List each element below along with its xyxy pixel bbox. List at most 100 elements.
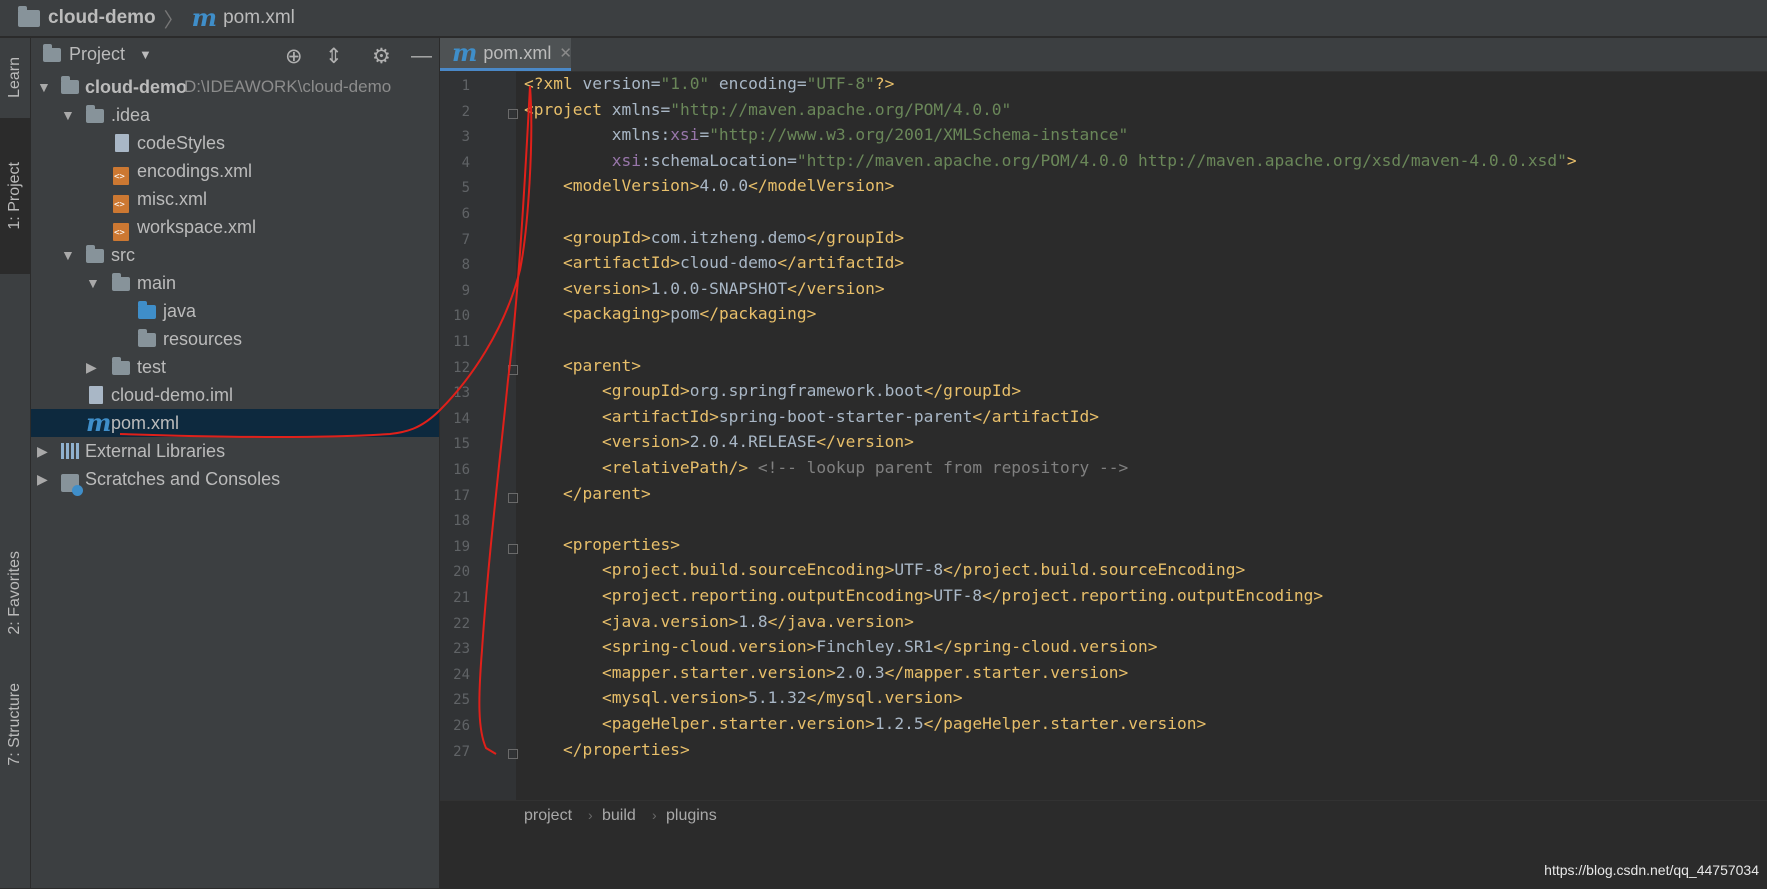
- editor-tab-label: pom.xml: [483, 42, 552, 63]
- xml-crumb[interactable]: build: [602, 807, 636, 825]
- locate-icon[interactable]: ⊕: [285, 44, 303, 69]
- tree-item-java[interactable]: java: [31, 297, 439, 325]
- line-number: 3: [461, 129, 470, 146]
- expand-arrow-icon[interactable]: ▼: [61, 107, 75, 123]
- tree-item-label: src: [111, 244, 135, 265]
- code-line: <java.version>1.8</java.version>: [601, 611, 914, 631]
- code-line: <?xml version="1.0" encoding="UTF-8"?>: [524, 74, 895, 93]
- tree-item-encodings-xml[interactable]: encodings.xml: [31, 157, 439, 185]
- expand-arrow-icon[interactable]: ▼: [86, 275, 100, 291]
- line-number: 7: [461, 231, 470, 248]
- xml-crumb[interactable]: project: [524, 807, 572, 825]
- learn-tab[interactable]: Learn: [0, 42, 30, 112]
- code-line: <packaging>pom</packaging>: [562, 304, 817, 324]
- line-number: 6: [461, 206, 470, 222]
- tree-item-cloud-demo[interactable]: ▼ cloud-demo D:\IDEAWORK\cloud-demo: [31, 73, 439, 101]
- tree-item-main[interactable]: ▼ main: [31, 269, 439, 297]
- chevron-down-icon[interactable]: ▼: [139, 47, 152, 62]
- code-line: <version>2.0.4.RELEASE</version>: [601, 432, 914, 452]
- code-line: <project.build.sourceEncoding>UTF-8</pro…: [601, 560, 1246, 580]
- line-number: 11: [453, 334, 470, 350]
- watermark: https://blog.csdn.net/qq_44757034: [1544, 862, 1759, 878]
- tree-item-path: D:\IDEAWORK\cloud-demo: [184, 77, 392, 96]
- line-number: 24: [453, 666, 470, 683]
- close-icon[interactable]: ✕: [559, 44, 572, 62]
- line-number: 27: [453, 743, 470, 760]
- resources-folder-icon: [138, 329, 156, 347]
- line-number: 16: [453, 462, 470, 478]
- tree-item-test[interactable]: ▶ test: [31, 353, 439, 381]
- maven-file-icon: m: [191, 3, 218, 32]
- gear-icon[interactable]: ⚙: [372, 44, 391, 69]
- expand-arrow-icon[interactable]: ▼: [37, 79, 51, 95]
- expand-arrow-icon[interactable]: ▼: [61, 247, 75, 263]
- line-number: 17: [453, 487, 470, 504]
- folder-icon: [86, 245, 104, 263]
- editor-tab-bar: m pom.xml ✕: [440, 38, 1767, 72]
- tree-item-label: codeStyles: [137, 132, 226, 153]
- editor-tab-pom-xml[interactable]: m pom.xml ✕: [440, 38, 572, 71]
- expand-arrow-icon[interactable]: ▶: [37, 471, 48, 488]
- navigation-bar: cloud-demo 〉 m pom.xml: [0, 0, 1767, 37]
- favorites-tool-tab[interactable]: 2: Favorites: [0, 538, 30, 648]
- code-line: <parent>: [562, 355, 641, 375]
- tree-item-pom-xml[interactable]: m pom.xml: [31, 409, 439, 437]
- tree-item-label: main: [137, 272, 177, 293]
- code-line: <pageHelper.starter.version>1.2.5</pageH…: [601, 714, 1207, 733]
- code-line: <artifactId>spring-boot-starter-parent</…: [601, 406, 1100, 426]
- breadcrumb-file[interactable]: pom.xml: [223, 7, 295, 29]
- breadcrumb-project[interactable]: cloud-demo: [48, 7, 156, 29]
- left-tool-strip: Learn 1: Project 2: Favorites 7: Structu…: [0, 38, 31, 888]
- tree-item-workspace-xml[interactable]: workspace.xml: [31, 213, 439, 241]
- line-number: 14: [453, 410, 470, 427]
- code-editor[interactable]: <?xml version="1.0" encoding="UTF-8"?> <p…: [516, 72, 1767, 800]
- iml-file-icon: [89, 386, 103, 404]
- project-view-selector[interactable]: Project: [69, 44, 125, 65]
- hide-panel-icon[interactable]: —: [411, 44, 432, 68]
- expand-arrow-icon[interactable]: ▶: [37, 443, 48, 460]
- code-line: <relativePath/> <!-- lookup parent from …: [601, 458, 1129, 477]
- collapse-all-icon[interactable]: ⇕: [325, 44, 343, 69]
- tree-item-scratches[interactable]: ▶ Scratches and Consoles: [31, 465, 439, 496]
- structure-tool-tab-label: 7: Structure: [6, 682, 23, 766]
- code-line: <groupId>com.itzheng.demo</groupId>: [562, 227, 905, 247]
- code-line: <project.reporting.outputEncoding>UTF-8<…: [601, 586, 1324, 605]
- editor-area: m pom.xml ✕ 1 2 3 4 5 6 7 8 9 10 11 12 13 14 15 16 17 18 1…: [440, 38, 1767, 889]
- line-number: 12: [453, 359, 470, 376]
- tree-item-iml[interactable]: cloud-demo.iml: [31, 381, 439, 409]
- xml-file-icon: [113, 195, 129, 213]
- tree-item-label: .idea: [111, 104, 151, 125]
- crumb-separator: ›: [588, 807, 593, 823]
- project-tool-tab[interactable]: 1: Project: [0, 118, 30, 274]
- tree-item-misc-xml[interactable]: misc.xml: [31, 185, 439, 213]
- structure-tool-tab[interactable]: 7: Structure: [0, 668, 30, 780]
- line-number: 23: [453, 641, 470, 658]
- line-number: 5: [461, 180, 470, 197]
- xml-crumb[interactable]: plugins: [666, 807, 717, 825]
- tree-item-external-libraries[interactable]: ▶ External Libraries: [31, 437, 439, 465]
- source-folder-icon: [138, 301, 156, 319]
- project-view-icon: [43, 44, 61, 62]
- maven-file-icon: m: [452, 38, 478, 67]
- line-number: 21: [453, 590, 470, 606]
- line-number: 10: [453, 308, 470, 325]
- line-number: 13: [453, 385, 470, 402]
- tree-item-label: workspace.xml: [137, 216, 257, 237]
- tree-item-resources[interactable]: resources: [31, 325, 439, 353]
- tree-item-idea[interactable]: ▼ .idea: [31, 101, 439, 129]
- crumb-separator: ›: [652, 807, 657, 823]
- line-number: 2: [461, 103, 470, 120]
- code-line: <groupId>org.springframework.boot</group…: [601, 381, 1022, 401]
- line-number: 8: [461, 257, 470, 274]
- maven-file-icon: m: [86, 408, 112, 437]
- code-line: xsi:schemaLocation="http://maven.apache.…: [611, 150, 1577, 170]
- xml-file-icon: [113, 223, 129, 241]
- tree-item-label: resources: [163, 328, 243, 349]
- tree-item-codestyles[interactable]: codeStyles: [31, 129, 439, 157]
- code-line: <modelVersion>4.0.0</modelVersion>: [562, 176, 895, 196]
- expand-arrow-icon[interactable]: ▶: [86, 359, 97, 376]
- tree-item-label: misc.xml: [137, 188, 207, 209]
- code-line: <version>1.0.0-SNAPSHOT</version>: [562, 278, 885, 298]
- tree-item-src[interactable]: ▼ src: [31, 241, 439, 269]
- code-line: <mysql.version>5.1.32</mysql.version>: [601, 688, 963, 708]
